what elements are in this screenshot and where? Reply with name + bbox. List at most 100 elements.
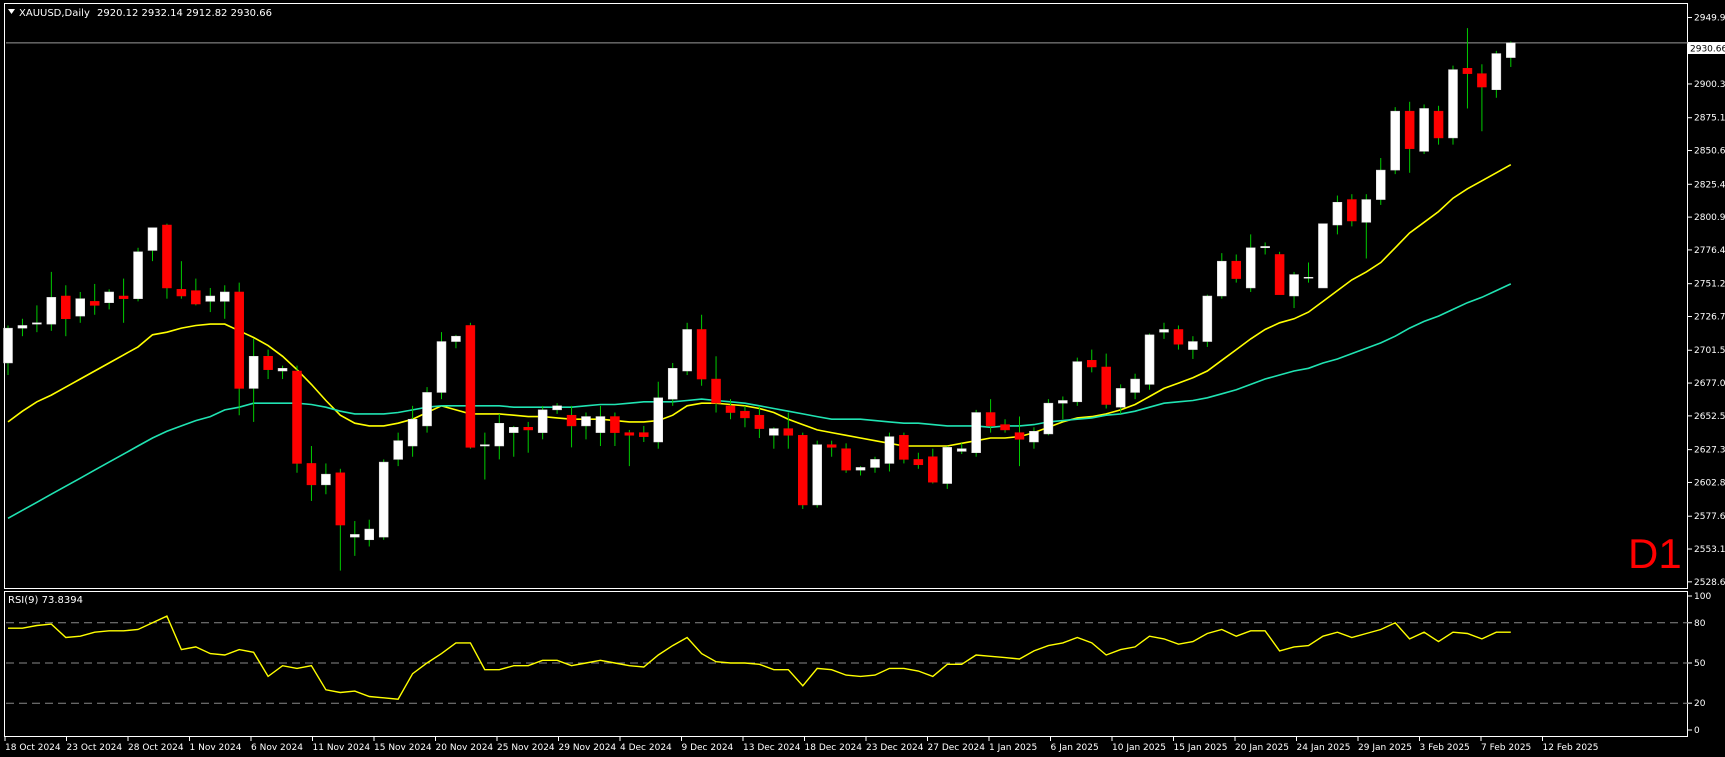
candle — [277, 365, 288, 380]
bear-candle-body — [754, 414, 765, 429]
bear-candle-body — [740, 410, 750, 419]
price-tick-label: 2701.50 — [1694, 346, 1725, 356]
candle — [754, 405, 765, 438]
ma-fast-line — [7, 164, 1512, 447]
candle — [436, 332, 447, 400]
bull-candle-body — [1260, 246, 1270, 249]
bull-candle-body — [769, 428, 779, 436]
bull-candle-body — [46, 297, 57, 325]
candle — [653, 381, 663, 449]
time-tick-label: 10 Jan 2025 — [1112, 743, 1166, 753]
candle — [841, 443, 851, 473]
time-tick-label: 20 Jan 2025 — [1235, 743, 1289, 753]
bear-candle-body — [610, 416, 620, 433]
bull-candle-body — [956, 448, 967, 452]
chart-canvas[interactable]: 2949.902924.802900.302875.102850.602825.… — [0, 0, 1725, 757]
bear-candle-body — [841, 448, 851, 471]
candle — [1506, 41, 1516, 67]
bull-candle-body — [1506, 42, 1516, 58]
time-tick-label: 7 Feb 2025 — [1481, 743, 1531, 753]
candle — [509, 425, 519, 457]
candle — [118, 278, 129, 323]
candle — [292, 365, 302, 473]
candle — [1332, 195, 1343, 235]
bull-candle-body — [682, 329, 692, 372]
dropdown-triangle-icon[interactable] — [8, 9, 15, 14]
price-tick-label: 2726.70 — [1694, 312, 1725, 322]
candle — [1361, 194, 1372, 259]
ma-slow-line — [7, 283, 1512, 519]
candle — [335, 468, 346, 571]
candle — [1058, 396, 1068, 420]
bear-candle-body — [1000, 424, 1010, 431]
bull-candle-body — [32, 322, 42, 325]
bull-candle-body — [3, 327, 13, 364]
time-tick-label: 4 Dec 2024 — [620, 743, 672, 753]
bull-candle-body — [1188, 341, 1198, 350]
price-tick-label: 2602.80 — [1694, 478, 1725, 488]
candle — [422, 387, 432, 433]
time-tick-label: 6 Nov 2024 — [251, 743, 303, 753]
bull-candle-body — [422, 392, 432, 427]
candle — [1390, 107, 1400, 175]
price-tick-label: 2528.60 — [1694, 578, 1725, 588]
bear-candle-body — [89, 301, 100, 306]
bear-candle-body — [913, 459, 924, 466]
bull-candle-body — [870, 459, 880, 468]
price-tick-label: 2751.20 — [1694, 280, 1725, 290]
chart-window: 2949.902924.802900.302875.102850.602825.… — [0, 0, 1725, 757]
candle — [624, 429, 635, 467]
bear-candle-body — [1347, 199, 1357, 222]
candle — [234, 282, 244, 416]
candle — [1404, 101, 1415, 173]
bear-candle-body — [1173, 329, 1184, 345]
candle — [566, 405, 577, 448]
bull-candle-body — [407, 418, 418, 447]
candle — [639, 425, 649, 442]
ohlc-values: 2920.12 2932.14 2912.82 2930.66 — [97, 8, 272, 19]
bull-candle-body — [321, 473, 331, 486]
candle — [1231, 254, 1241, 283]
price-tick-label: 2949.90 — [1694, 14, 1725, 24]
candle — [1477, 64, 1487, 132]
price-tick-label: 2825.40 — [1694, 180, 1725, 190]
bear-candle-body — [1087, 360, 1097, 368]
candle — [1000, 419, 1010, 433]
candle — [321, 463, 331, 495]
time-tick-label: 27 Dec 2024 — [928, 743, 986, 753]
bull-candle-body — [1390, 110, 1400, 171]
bear-candle-body — [1404, 110, 1415, 149]
bear-candle-body — [118, 295, 129, 299]
bull-candle-body — [1318, 223, 1328, 289]
bull-candle-body — [220, 291, 230, 302]
bear-candle-body — [523, 427, 533, 431]
candle — [480, 432, 490, 480]
bull-candle-body — [480, 444, 490, 447]
bull-candle-body — [1072, 361, 1083, 403]
candle — [552, 403, 562, 414]
rsi-tick-label: 100 — [1694, 592, 1711, 602]
bull-candle-body — [581, 416, 591, 427]
candle — [407, 405, 418, 457]
candle — [1173, 325, 1184, 350]
price-tick-label: 2577.60 — [1694, 512, 1725, 522]
bull-candle-body — [595, 416, 606, 433]
candle — [176, 261, 187, 299]
time-tick-label: 11 Nov 2024 — [313, 743, 371, 753]
candle — [1491, 50, 1502, 98]
candle — [378, 459, 389, 540]
candle — [1217, 253, 1227, 299]
candle — [1274, 251, 1285, 295]
time-tick-label: 25 Nov 2024 — [497, 743, 555, 753]
price-axis: 2949.902924.802900.302875.102850.602825.… — [1688, 14, 1725, 588]
bull-candle-body — [942, 447, 952, 484]
bear-candle-body — [176, 289, 187, 297]
candle — [1101, 353, 1111, 409]
bear-candle-body — [292, 370, 302, 464]
candle — [61, 285, 71, 337]
bull-candle-body — [350, 534, 360, 538]
timeframe-label: D1 — [1628, 530, 1682, 577]
bull-candle-body — [884, 436, 895, 464]
time-tick-label: 20 Nov 2024 — [436, 743, 494, 753]
candle — [1188, 336, 1198, 359]
